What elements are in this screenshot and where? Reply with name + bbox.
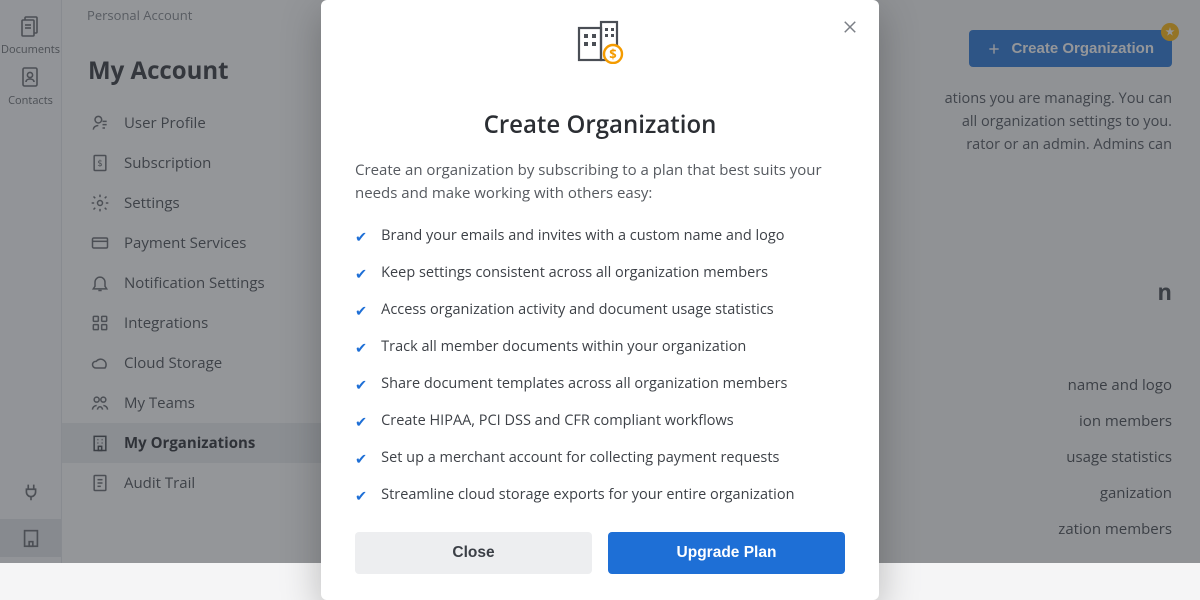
upgrade-plan-button[interactable]: Upgrade Plan — [608, 532, 845, 574]
check-icon: ✔ — [355, 339, 367, 358]
feature-list: ✔Brand your emails and invites with a cu… — [355, 218, 845, 514]
modal-overlay[interactable]: $ Create Organization Create an organiza… — [0, 0, 1200, 563]
check-icon: ✔ — [355, 302, 367, 321]
create-organization-modal: $ Create Organization Create an organiza… — [321, 0, 879, 600]
close-button[interactable]: Close — [355, 532, 592, 574]
feature-item: ✔Create HIPAA, PCI DSS and CFR compliant… — [355, 403, 845, 440]
check-icon: ✔ — [355, 228, 367, 247]
check-icon: ✔ — [355, 413, 367, 432]
close-icon[interactable] — [841, 18, 859, 36]
modal-lead-text: Create an organization by subscribing to… — [355, 159, 845, 204]
svg-text:$: $ — [609, 45, 616, 63]
feature-item: ✔Share document templates across all org… — [355, 366, 845, 403]
feature-item: ✔Set up a merchant account for collectin… — [355, 440, 845, 477]
check-icon: ✔ — [355, 376, 367, 395]
building-dollar-icon: $ — [321, 16, 879, 64]
modal-title: Create Organization — [355, 108, 845, 141]
feature-item: ✔Keep settings consistent across all org… — [355, 255, 845, 292]
feature-item: ✔Brand your emails and invites with a cu… — [355, 218, 845, 255]
check-icon: ✔ — [355, 450, 367, 469]
check-icon: ✔ — [355, 265, 367, 284]
feature-item: ✔Streamline cloud storage exports for yo… — [355, 477, 845, 514]
feature-item: ✔Track all member documents within your … — [355, 329, 845, 366]
check-icon: ✔ — [355, 487, 367, 506]
feature-item: ✔Access organization activity and docume… — [355, 292, 845, 329]
